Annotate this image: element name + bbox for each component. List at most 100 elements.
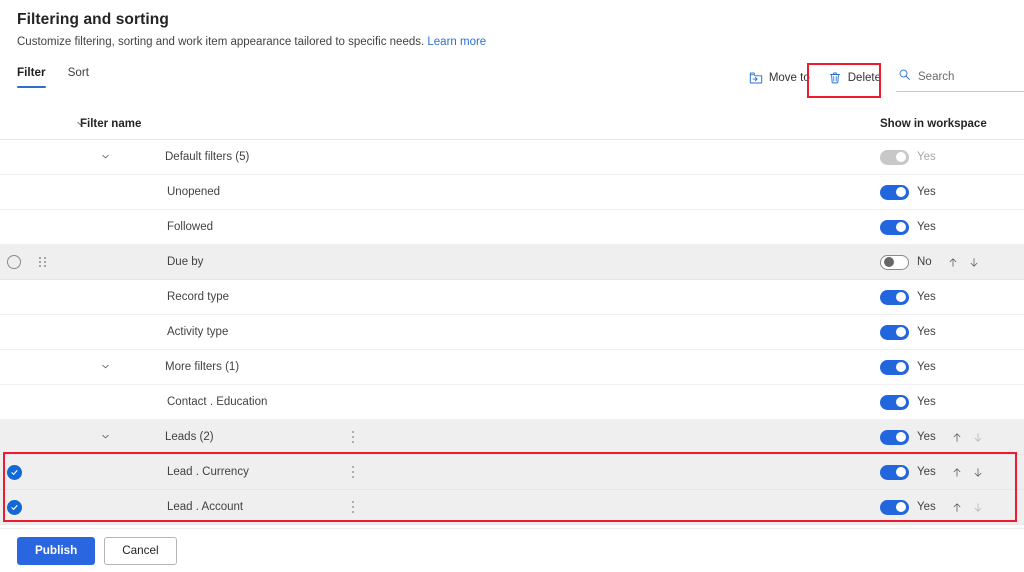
row-name-cell: Contact . Education bbox=[58, 396, 880, 408]
row-reorder-arrows bbox=[951, 431, 984, 444]
learn-more-link[interactable]: Learn more bbox=[427, 36, 486, 48]
row-name-cell: Due by bbox=[58, 256, 880, 268]
row-workspace-label: Yes bbox=[917, 431, 936, 443]
move-down-icon[interactable] bbox=[972, 501, 984, 514]
row-more-options-cell[interactable] bbox=[338, 466, 368, 478]
move-down-icon[interactable] bbox=[968, 256, 980, 269]
drag-handle-icon[interactable] bbox=[39, 256, 47, 268]
delete-button[interactable]: Delete bbox=[819, 66, 890, 90]
header-show-in-workspace: Show in workspace bbox=[880, 118, 1024, 130]
row-more-options-icon[interactable] bbox=[351, 431, 355, 443]
move-up-icon[interactable] bbox=[951, 466, 963, 479]
table-row[interactable]: Followed Yes bbox=[0, 210, 1024, 245]
row-more-options-cell[interactable] bbox=[338, 501, 368, 513]
tab-sort[interactable]: Sort bbox=[68, 66, 89, 88]
table-row[interactable]: Leads (2) Yes bbox=[0, 420, 1024, 455]
table-row[interactable]: Record type Yes bbox=[0, 280, 1024, 315]
table-row[interactable]: Default filters (5) Yes bbox=[0, 140, 1024, 175]
row-name-label: Record type bbox=[167, 291, 230, 303]
row-workspace-label: Yes bbox=[917, 396, 936, 408]
table-row[interactable]: Lead . Account Yes bbox=[0, 490, 1024, 525]
show-in-workspace-toggle-on[interactable] bbox=[880, 499, 909, 515]
row-name-cell: Lead . Currency bbox=[58, 466, 880, 478]
show-in-workspace-toggle-on[interactable] bbox=[880, 464, 909, 480]
row-reorder-arrows bbox=[951, 466, 984, 479]
move-to-label: Move to bbox=[768, 72, 810, 84]
header-chevron-icon[interactable] bbox=[54, 118, 106, 129]
move-up-icon[interactable] bbox=[951, 501, 963, 514]
row-name-label: Followed bbox=[167, 221, 214, 233]
show-in-workspace-toggle-on[interactable] bbox=[880, 324, 909, 340]
table-row[interactable]: More filters (1) Yes bbox=[0, 350, 1024, 385]
table-row[interactable]: Unopened Yes bbox=[0, 175, 1024, 210]
row-name-label: Lead . Account bbox=[167, 501, 244, 513]
row-workspace-cell: Yes bbox=[880, 289, 1024, 305]
row-name-label: Unopened bbox=[167, 186, 221, 198]
row-checkbox-cell[interactable] bbox=[0, 464, 28, 480]
delete-label: Delete bbox=[847, 72, 881, 84]
show-in-workspace-toggle-on[interactable] bbox=[880, 289, 909, 305]
page-subtitle-text: Customize filtering, sorting and work it… bbox=[17, 36, 425, 48]
show-in-workspace-toggle-on[interactable] bbox=[880, 394, 909, 410]
row-more-options-icon[interactable] bbox=[351, 466, 355, 478]
row-workspace-label: No bbox=[917, 256, 932, 268]
move-up-icon[interactable] bbox=[951, 431, 963, 444]
row-reorder-arrows bbox=[947, 256, 980, 269]
row-name-label: More filters (1) bbox=[165, 361, 240, 373]
tab-filter[interactable]: Filter bbox=[17, 66, 46, 88]
row-checkbox-unchecked[interactable] bbox=[7, 255, 21, 269]
row-checkbox-cell[interactable] bbox=[0, 255, 28, 269]
cancel-button[interactable]: Cancel bbox=[104, 536, 177, 565]
row-workspace-label: Yes bbox=[917, 151, 936, 163]
row-workspace-cell: Yes bbox=[880, 499, 1024, 515]
row-name-label: Leads (2) bbox=[165, 431, 214, 443]
row-checkbox-checked[interactable] bbox=[6, 499, 22, 515]
row-more-options-cell[interactable] bbox=[338, 431, 368, 443]
table-row[interactable]: Lead . Currency Yes bbox=[0, 455, 1024, 490]
table-row[interactable]: Contact . Education Yes bbox=[0, 385, 1024, 420]
show-in-workspace-toggle-on[interactable] bbox=[880, 184, 909, 200]
search-icon bbox=[898, 68, 911, 86]
row-workspace-cell: No bbox=[880, 254, 1024, 270]
publish-button[interactable]: Publish bbox=[17, 536, 96, 565]
header-filter-name: Filter name bbox=[80, 117, 142, 130]
row-more-options-icon[interactable] bbox=[351, 501, 355, 513]
row-name-label: Activity type bbox=[167, 326, 229, 338]
row-expand-chevron-icon[interactable] bbox=[79, 431, 131, 442]
row-workspace-cell: Yes bbox=[880, 359, 1024, 375]
page-title: Filtering and sorting bbox=[17, 11, 169, 28]
row-workspace-cell: Yes bbox=[880, 429, 1024, 445]
move-down-icon[interactable] bbox=[972, 431, 984, 444]
row-reorder-arrows bbox=[951, 501, 984, 514]
row-expand-chevron-icon[interactable] bbox=[79, 361, 131, 372]
page-header: Filtering and sorting Customize filterin… bbox=[0, 0, 1024, 50]
footer-actions: Publish Cancel bbox=[0, 528, 1024, 572]
row-name-label: Default filters (5) bbox=[165, 151, 250, 163]
search-field[interactable]: Search bbox=[896, 64, 1024, 92]
row-workspace-cell: Yes bbox=[880, 149, 1024, 165]
show-in-workspace-toggle-on[interactable] bbox=[880, 359, 909, 375]
row-workspace-cell: Yes bbox=[880, 464, 1024, 480]
row-checkbox-cell[interactable] bbox=[0, 499, 28, 515]
row-name-cell: Default filters (5) bbox=[58, 151, 880, 163]
move-down-icon[interactable] bbox=[972, 466, 984, 479]
table-row[interactable]: Activity type Yes bbox=[0, 315, 1024, 350]
trash-icon bbox=[828, 71, 842, 85]
row-workspace-label: Yes bbox=[917, 326, 936, 338]
move-to-button[interactable]: Move to bbox=[740, 66, 819, 90]
row-checkbox-checked[interactable] bbox=[6, 464, 22, 480]
show-in-workspace-toggle-on[interactable] bbox=[880, 429, 909, 445]
row-drag-cell[interactable] bbox=[28, 256, 58, 268]
filters-table: Filter name Show in workspace Default fi… bbox=[0, 108, 1024, 525]
row-workspace-cell: Yes bbox=[880, 219, 1024, 235]
page-subtitle: Customize filtering, sorting and work it… bbox=[17, 34, 1024, 50]
row-expand-chevron-icon[interactable] bbox=[79, 151, 131, 162]
command-actions: Move to Delete Search bbox=[740, 64, 1024, 92]
table-row[interactable]: Due by No bbox=[0, 245, 1024, 280]
show-in-workspace-toggle-off[interactable] bbox=[880, 254, 909, 270]
show-in-workspace-toggle-on[interactable] bbox=[880, 219, 909, 235]
move-up-icon[interactable] bbox=[947, 256, 959, 269]
row-name-cell: Followed bbox=[58, 221, 880, 233]
row-workspace-label: Yes bbox=[917, 501, 936, 513]
row-name-label: Contact . Education bbox=[167, 396, 268, 408]
